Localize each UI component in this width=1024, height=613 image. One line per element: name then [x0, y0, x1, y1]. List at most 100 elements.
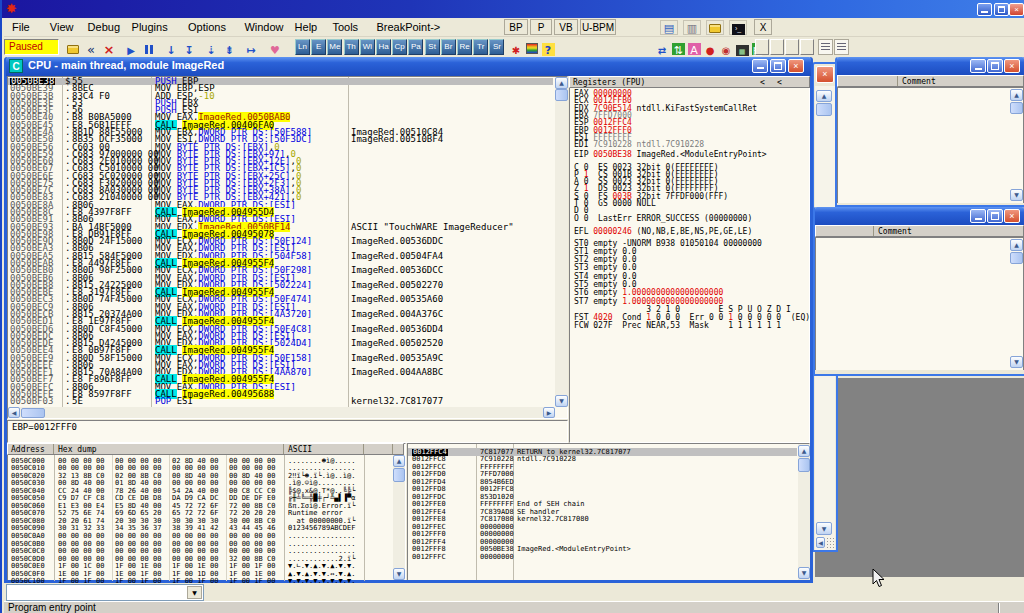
cpu-titlebar[interactable]: CCPU - main thread, module ImageRed× [6, 57, 811, 76]
maximize-button[interactable] [987, 59, 1003, 73]
scroll-up-icon[interactable]: ▲ [816, 90, 832, 102]
toolbar-blank-button[interactable] [755, 39, 769, 55]
close-icon[interactable]: × [816, 66, 834, 83]
menu-item-debug[interactable]: Debug [82, 18, 126, 36]
scroll-left-icon[interactable]: ◀ [816, 537, 825, 548]
toolbar-letter-st[interactable]: St [425, 39, 440, 55]
record-icon[interactable]: ● [702, 39, 718, 55]
minimize-button[interactable] [970, 209, 986, 223]
play-icon[interactable]: ▶ [123, 39, 139, 55]
scroll-thumb[interactable] [798, 458, 810, 472]
minimize-button[interactable] [752, 59, 768, 73]
toolbar-letter-wi[interactable]: Wi [360, 39, 375, 55]
scroll-arrow[interactable]: ▲ [1010, 239, 1023, 251]
options-gear-icon[interactable]: ✱ [508, 39, 524, 55]
menu-item-options[interactable]: Options [182, 18, 232, 36]
scroll-down-icon[interactable]: ▼ [798, 567, 810, 579]
scroll-left-icon[interactable]: ◀ [8, 407, 20, 418]
scroll-right-icon[interactable]: ▶ [543, 407, 555, 418]
column-header-comment[interactable]: Comment [899, 76, 1024, 86]
column-header-blank[interactable] [365, 444, 393, 454]
column-header-blank[interactable] [816, 226, 874, 236]
combobox-dropdown-icon[interactable]: ▼ [187, 586, 202, 599]
notes-icon[interactable]: ▥ [683, 20, 701, 35]
column-header-ascii[interactable]: ASCII [285, 444, 364, 454]
toolbar-blank-button[interactable] [785, 39, 799, 55]
appearance-icon[interactable] [524, 39, 540, 55]
step-over-icon[interactable]: ↧ [181, 39, 197, 55]
registers-pane[interactable]: Registers (FPU)<<EAX 00000000ECX 0012FFB… [569, 76, 810, 443]
open-icon[interactable] [65, 39, 81, 55]
spiral-icon[interactable]: ◉ [718, 39, 734, 55]
maximize-button[interactable] [987, 209, 1003, 223]
column-header-address[interactable]: Address [8, 444, 54, 454]
scroll-thumb[interactable] [816, 103, 832, 116]
menu-button-p[interactable]: P [530, 19, 552, 35]
scroll-arrow[interactable]: ▲ [1010, 89, 1023, 101]
menu-close-button[interactable]: X [754, 19, 772, 35]
minimize-button[interactable] [970, 59, 986, 73]
toolbar-letter-sr[interactable]: Sr [489, 39, 504, 55]
trace-over-icon[interactable]: ⇟ [221, 39, 237, 55]
dump-pane[interactable]: AddressHex dumpASCII0050C00000 00 00 000… [7, 443, 406, 580]
help-icon[interactable]: ? [540, 39, 556, 55]
command-combobox[interactable]: ▼ [6, 584, 204, 601]
stack-pane[interactable]: 0012FFC47C817077RETURN to kernel32.7C817… [407, 443, 810, 580]
scroll-thumb[interactable] [1010, 252, 1023, 264]
toolbar-letter-br[interactable]: Br [441, 39, 456, 55]
window-list-button[interactable] [818, 39, 833, 55]
toolbar-letter-tr[interactable]: Tr [473, 39, 488, 55]
column-header-comment[interactable]: Comment [875, 226, 1024, 236]
close-button[interactable]: × [1009, 3, 1024, 16]
hit-trace-icon[interactable]: ♥ [267, 39, 283, 55]
scroll-thumb[interactable] [21, 408, 45, 418]
disasm-row[interactable]: 0050BE3E.53PUSH EBX [8, 100, 553, 107]
menu-item-file[interactable]: File [6, 18, 36, 36]
scroll-down-icon[interactable]: ▼ [393, 568, 405, 580]
window-list-button[interactable] [834, 39, 849, 55]
menu-item-tools[interactable]: Tools [326, 18, 364, 36]
step-out-icon[interactable]: ↦ [243, 39, 259, 55]
menu-item-breakpoint[interactable]: BreakPoint-> [370, 18, 446, 36]
close-button[interactable]: × [788, 59, 804, 73]
column-header-hexdump[interactable]: Hex dump [55, 444, 284, 454]
scroll-thumb[interactable] [393, 468, 405, 482]
window-titlebar[interactable]: × [837, 57, 1024, 75]
menu-button-vb[interactable]: VB [554, 19, 578, 35]
disasm-row[interactable]: 0050BF03.5EPOP ESIkernel32.7C817077 [8, 398, 553, 405]
folder-icon[interactable] [706, 20, 724, 35]
step-into-icon[interactable]: ↓ [163, 39, 179, 55]
toolbar-letter-cp[interactable]: Cp [392, 39, 407, 55]
menu-item-plugins[interactable]: Plugins [126, 18, 174, 36]
toolbar-letter-th[interactable]: Th [344, 39, 359, 55]
toolbar-blank-button[interactable] [770, 39, 784, 55]
scrollbar-track[interactable] [555, 77, 568, 407]
console-icon[interactable]: ›_ [729, 20, 747, 35]
scroll-up-icon[interactable]: ▲ [393, 455, 405, 467]
trace-into-icon[interactable]: ⇣ [203, 39, 219, 55]
column-header-blank[interactable] [838, 76, 898, 86]
swap-icon[interactable]: ⇄ [654, 39, 670, 55]
resize-grip[interactable] [826, 537, 835, 548]
window-titlebar[interactable]: × [815, 207, 1024, 225]
toolbar-letter-ln[interactable]: Ln [295, 39, 310, 55]
disasm-row[interactable]: 0050BEFE.E8 8597F8FFCALL ImageRed.004956… [8, 391, 553, 398]
scroll-arrow[interactable]: ▲ [555, 77, 568, 89]
a-icon[interactable]: A [686, 39, 702, 55]
keyboard-icon[interactable]: ▦ [734, 39, 750, 55]
menu-button-bp[interactable]: BP [504, 19, 528, 35]
maximize-button[interactable] [770, 59, 786, 73]
toolbar-letter-ha[interactable]: Ha [376, 39, 391, 55]
menu-item-help[interactable]: Help [289, 18, 324, 36]
restart-icon[interactable]: « [83, 39, 99, 55]
disasm-row[interactable]: 0050BE3B.83C4 F0ADD ESP,-10 [8, 93, 553, 100]
toolbar-letter-re[interactable]: Re [457, 39, 472, 55]
toolbar-letter-e[interactable]: E [311, 39, 326, 55]
pause-icon[interactable] [141, 39, 157, 55]
scroll-arrow[interactable]: ▼ [1010, 356, 1023, 368]
maximize-button[interactable] [994, 3, 1009, 16]
toolbar-letter-me[interactable]: Me [327, 39, 342, 55]
scroll-arrow[interactable]: ▼ [555, 395, 568, 407]
close-button[interactable]: × [1004, 59, 1020, 73]
page-icon[interactable]: ▤ [660, 20, 678, 35]
